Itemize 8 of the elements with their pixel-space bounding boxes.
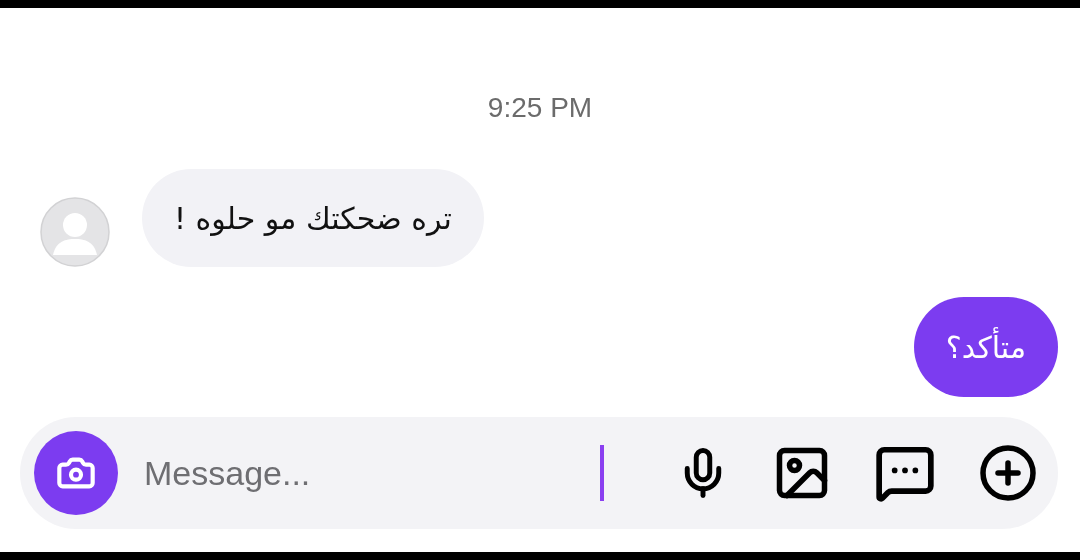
text-cursor <box>600 445 604 501</box>
message-field[interactable]: Message... <box>142 443 600 503</box>
sent-message: متأكد؟ <box>913 297 1058 397</box>
message-timestamp: 9:25 PM <box>487 92 593 124</box>
avatar-icon <box>40 197 110 267</box>
add-icon[interactable] <box>978 443 1038 503</box>
received-message: تره ضحكتك مو حلوه ! <box>142 169 484 267</box>
camera-button[interactable] <box>34 431 118 515</box>
